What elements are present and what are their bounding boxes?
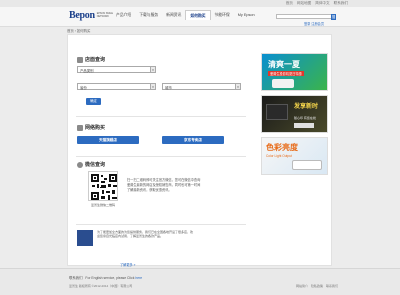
nav-my-epson[interactable]: My Epson: [234, 10, 259, 20]
monitor-icon: [77, 124, 83, 131]
site-footer: [0, 269, 400, 295]
main-nav: 产品介绍 下载与服务 新闻资讯 如何购买 节能环保 My Epson: [112, 10, 259, 20]
banner-subtitle: Color Light Output: [266, 154, 292, 158]
store-query-title: 店面查询: [77, 56, 105, 63]
footer-english-notice: 联系我们 For English service, please Click h…: [69, 275, 142, 280]
top-utility-bar: 首页 网站地图 简体中文 联系我们: [0, 0, 400, 7]
search-input[interactable]: [276, 14, 332, 19]
nav-news[interactable]: 新闻资讯: [162, 10, 185, 20]
nav-how-to-buy[interactable]: 如何购买: [185, 10, 211, 20]
wechat-query-heading: 微信查询: [85, 162, 106, 168]
banner-title: 清爽一夏: [268, 60, 300, 69]
wechat-query-title: 微信查询: [77, 161, 105, 168]
login-link[interactable]: 登录 注册会员: [304, 21, 324, 26]
nav-downloads[interactable]: 下载与服务: [135, 10, 162, 20]
nav-eco[interactable]: 节能环保: [211, 10, 234, 20]
product-category-value: 产品类别: [80, 69, 94, 73]
wechat-description: 扫一扫二维码即可关注官方微信，您可在微信中查询爱普生最新的网店及授权销售商，同时…: [127, 178, 201, 192]
promo-banner-summer[interactable]: 清爽一夏 爱普生投影机夏日特惠: [261, 53, 328, 91]
qr-caption: 爱普生微信二维码: [90, 203, 115, 207]
chevron-down-icon: ▾: [150, 67, 155, 72]
projector-image: [272, 79, 294, 88]
search-button[interactable]: 搜: [331, 13, 336, 20]
banner-subtitle: 爱普生投影机夏日特惠: [268, 71, 304, 76]
printer-image: [266, 104, 288, 120]
store-query-heading: 店面查询: [85, 57, 106, 63]
wechat-qr-code: [88, 171, 118, 201]
promo-tag: [294, 123, 314, 128]
nav-products[interactable]: 产品介绍: [112, 10, 135, 20]
footer-links: 网站简介 隐私政策 联系我们: [296, 284, 338, 288]
banner-title: 发享新时: [294, 104, 319, 110]
store-photo: [77, 230, 93, 246]
footer-link-about[interactable]: 网站简介: [296, 284, 308, 288]
promo-banner-color[interactable]: 色彩亮度 Color Light Output: [261, 137, 328, 175]
footer-contact-label: 联系我们: [69, 276, 83, 280]
bottom-note: 为了能更加全方面的为您提供服务，我们已在全国各地开设了很多店，欢迎您亲自光临店内…: [77, 230, 193, 246]
top-link-language[interactable]: 简体中文: [315, 1, 329, 6]
footer-link-privacy[interactable]: 隐私政策: [311, 284, 323, 288]
store-query-button[interactable]: 确定: [86, 98, 101, 105]
section-divider: [76, 156, 246, 157]
chevron-down-icon: ▾: [235, 84, 240, 89]
banner-title: 色彩亮度: [266, 143, 298, 152]
city-value: 城市: [165, 86, 172, 90]
footer-english-text: For English service, please Click: [85, 276, 135, 280]
product-category-select[interactable]: 产品类别 ▾: [77, 66, 156, 73]
footer-copyright: 爱普生 版权所有 ©2012-2014（中国）有限公司: [69, 284, 133, 288]
learn-more-link[interactable]: 了解更多 »: [120, 262, 135, 267]
online-purchase-title: 网络购买: [77, 124, 105, 131]
section-divider: [76, 224, 246, 225]
city-select[interactable]: 城市 ▾: [162, 83, 241, 90]
province-select[interactable]: 省份 ▾: [77, 83, 156, 90]
online-purchase-heading: 网络购买: [85, 125, 106, 131]
footer-english-link[interactable]: here: [135, 276, 142, 280]
top-link-contact[interactable]: 联系我们: [334, 1, 348, 6]
province-value: 省份: [80, 86, 87, 90]
logo-mark: Bepon: [69, 10, 95, 21]
projector-image: [292, 160, 322, 170]
jd-store-button[interactable]: 京东专卖店: [162, 136, 224, 144]
section-divider: [76, 116, 246, 117]
top-links: 首页 网站地图 简体中文 联系我们: [286, 1, 348, 6]
home-icon: [77, 56, 83, 63]
wechat-icon: [77, 161, 83, 168]
top-link-sitemap[interactable]: 网站地图: [297, 1, 311, 6]
tmall-store-button[interactable]: 天猫旗舰店: [77, 136, 139, 144]
promo-banner-printer[interactable]: 发享新时 随心印 有您在线: [261, 95, 328, 133]
bottom-note-text: 为了能更加全方面的为您提供服务，我们已在全国各地开设了很多店，欢迎您亲自光临店内…: [97, 230, 194, 239]
footer-link-contact[interactable]: 联系我们: [326, 284, 338, 288]
top-link-home[interactable]: 首页: [286, 1, 293, 6]
breadcrumb: 首页 › 如何购买: [67, 29, 91, 33]
wechat-qr-block: 爱普生微信二维码: [88, 171, 118, 208]
banner-subtitle: 随心印 有您在线: [294, 116, 316, 120]
chevron-down-icon: ▾: [150, 84, 155, 89]
